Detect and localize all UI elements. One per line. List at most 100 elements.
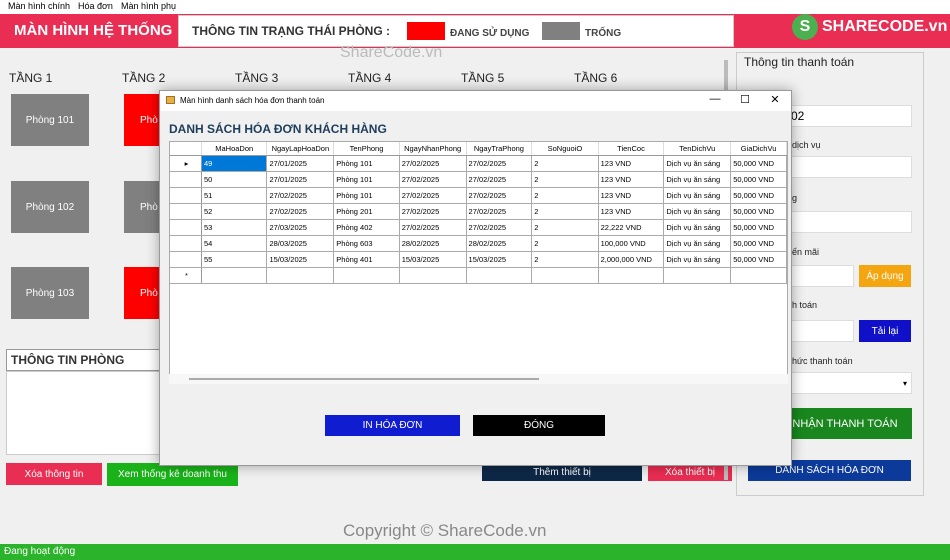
table-cell[interactable]: 2 xyxy=(531,203,599,220)
maximize-icon[interactable]: ☐ xyxy=(730,93,760,109)
table-cell[interactable]: 2,000,000 VND xyxy=(598,251,665,268)
table-cell[interactable]: 27/02/2025 xyxy=(399,155,467,172)
scrollbar-thumb[interactable] xyxy=(189,378,539,380)
table-cell[interactable]: Dịch vụ ăn sáng xyxy=(663,171,732,188)
menu-item-invoice[interactable]: Hóa đơn xyxy=(78,1,113,11)
print-invoice-button[interactable]: IN HÓA ĐƠN xyxy=(325,415,460,436)
table-row[interactable]: 55 15/03/2025 Phòng 401 15/03/2025 15/03/202… xyxy=(170,251,787,268)
table-cell[interactable]: 54 xyxy=(201,235,268,252)
table-cell[interactable]: 123 VND xyxy=(598,171,665,188)
table-cell[interactable]: 27/02/2025 xyxy=(466,203,533,220)
table-cell[interactable]: 27/02/2025 xyxy=(399,187,467,204)
column-header[interactable]: TienCoc xyxy=(598,142,665,156)
row-header[interactable] xyxy=(170,203,202,220)
row-header[interactable] xyxy=(170,171,202,188)
menu-item-main[interactable]: Màn hình chính xyxy=(8,1,70,11)
table-cell[interactable]: Phòng 101 xyxy=(333,155,400,172)
table-cell[interactable] xyxy=(201,267,268,284)
table-cell[interactable]: 27/03/2025 xyxy=(266,219,335,236)
table-cell[interactable]: 15/03/2025 xyxy=(466,251,533,268)
table-cell[interactable]: 55 xyxy=(201,251,268,268)
table-cell[interactable]: 52 xyxy=(201,203,268,220)
column-header[interactable]: TenPhong xyxy=(333,142,400,156)
table-cell[interactable]: 2 xyxy=(531,235,599,252)
minimize-icon[interactable]: — xyxy=(700,93,730,109)
table-cell[interactable]: Dịch vụ ăn sáng xyxy=(663,219,732,236)
column-header[interactable]: GiaDichVu xyxy=(730,142,787,156)
column-header[interactable]: NgayLapHoaDon xyxy=(266,142,335,156)
table-cell[interactable]: 50,000 VND xyxy=(730,219,787,236)
table-cell[interactable]: 50,000 VND xyxy=(730,155,787,172)
row-header[interactable]: ▸ xyxy=(170,155,202,172)
table-cell[interactable] xyxy=(266,267,335,284)
table-cell[interactable]: 50,000 VND xyxy=(730,235,787,252)
table-cell[interactable]: 28/02/2025 xyxy=(466,235,533,252)
table-cell[interactable]: 123 VND xyxy=(598,203,665,220)
table-cell[interactable]: 27/02/2025 xyxy=(266,203,335,220)
row-header[interactable] xyxy=(170,251,202,268)
table-cell[interactable]: 27/01/2025 xyxy=(266,171,335,188)
room-102[interactable]: Phòng 102 xyxy=(11,181,89,233)
table-cell[interactable]: Dịch vụ ăn sáng xyxy=(663,235,732,252)
table-cell[interactable]: Dịch vụ ăn sáng xyxy=(663,155,732,172)
table-cell[interactable]: 2 xyxy=(531,171,599,188)
row-header[interactable] xyxy=(170,235,202,252)
column-header[interactable]: MaHoaDon xyxy=(201,142,268,156)
table-cell[interactable]: 27/02/2025 xyxy=(466,155,533,172)
table-cell[interactable]: Phòng 402 xyxy=(333,219,400,236)
table-cell[interactable]: 123 VND xyxy=(598,187,665,204)
table-cell[interactable]: 50,000 VND xyxy=(730,203,787,220)
table-cell[interactable] xyxy=(730,267,787,284)
table-cell[interactable]: 49 xyxy=(201,155,268,172)
row-header[interactable] xyxy=(170,219,202,236)
close-dialog-button[interactable]: ĐÓNG xyxy=(473,415,605,436)
column-header[interactable]: NgayNhanPhong xyxy=(399,142,467,156)
table-row[interactable]: 54 28/03/2025 Phòng 603 28/02/2025 28/02/202… xyxy=(170,235,787,252)
table-cell[interactable]: Phòng 603 xyxy=(333,235,400,252)
table-cell[interactable]: Dịch vụ ăn sáng xyxy=(663,251,732,268)
table-cell[interactable]: 22,222 VND xyxy=(598,219,665,236)
table-cell[interactable]: 2 xyxy=(531,187,599,204)
table-cell[interactable]: 27/02/2025 xyxy=(466,219,533,236)
row-header[interactable] xyxy=(170,187,202,204)
row-header[interactable]: * xyxy=(170,267,202,284)
table-cell[interactable] xyxy=(399,267,467,284)
table-cell[interactable] xyxy=(466,267,533,284)
table-cell[interactable]: 50,000 VND xyxy=(730,251,787,268)
table-cell[interactable] xyxy=(531,267,599,284)
table-cell[interactable]: 100,000 VND xyxy=(598,235,665,252)
table-cell[interactable]: 123 VND xyxy=(598,155,665,172)
table-cell[interactable] xyxy=(598,267,665,284)
revenue-stats-button[interactable]: Xem thống kê doanh thu xyxy=(107,463,238,486)
table-cell[interactable]: Phòng 101 xyxy=(333,171,400,188)
close-icon[interactable]: ✕ xyxy=(760,93,790,109)
table-cell[interactable]: Phòng 401 xyxy=(333,251,400,268)
table-cell[interactable]: 28/02/2025 xyxy=(399,235,467,252)
table-cell[interactable]: Dịch vụ ăn sáng xyxy=(663,187,732,204)
room-101[interactable]: Phòng 101 xyxy=(11,94,89,146)
table-cell[interactable]: 50,000 VND xyxy=(730,171,787,188)
table-row[interactable]: 50 27/01/2025 Phòng 101 27/02/2025 27/02/202… xyxy=(170,171,787,188)
table-cell[interactable]: 27/02/2025 xyxy=(399,171,467,188)
clear-info-button[interactable]: Xóa thông tin xyxy=(6,463,102,485)
column-header[interactable]: SoNguoiO xyxy=(531,142,599,156)
table-cell[interactable]: 15/03/2025 xyxy=(266,251,335,268)
invoice-grid[interactable]: MaHoaDon NgayLapHoaDon TenPhong NgayNhan… xyxy=(169,141,788,380)
table-cell[interactable]: 2 xyxy=(531,251,599,268)
table-cell[interactable]: 27/01/2025 xyxy=(266,155,335,172)
table-cell[interactable]: 2 xyxy=(531,219,599,236)
table-cell[interactable]: Dịch vụ ăn sáng xyxy=(663,203,732,220)
table-cell[interactable]: 15/03/2025 xyxy=(399,251,467,268)
table-cell[interactable] xyxy=(333,267,400,284)
table-cell[interactable]: 27/02/2025 xyxy=(266,187,335,204)
table-cell[interactable]: 2 xyxy=(531,155,599,172)
table-row[interactable]: 53 27/03/2025 Phòng 402 27/02/2025 27/02/202… xyxy=(170,219,787,236)
table-cell[interactable]: 27/02/2025 xyxy=(399,203,467,220)
apply-button[interactable]: Áp dụng xyxy=(859,265,911,287)
table-cell[interactable]: 50,000 VND xyxy=(730,187,787,204)
reload-button[interactable]: Tải lại xyxy=(859,320,911,342)
table-cell[interactable]: Phòng 101 xyxy=(333,187,400,204)
table-cell[interactable]: 27/02/2025 xyxy=(466,171,533,188)
table-row[interactable]: 51 27/02/2025 Phòng 101 27/02/2025 27/02/202… xyxy=(170,187,787,204)
table-cell[interactable]: 51 xyxy=(201,187,268,204)
